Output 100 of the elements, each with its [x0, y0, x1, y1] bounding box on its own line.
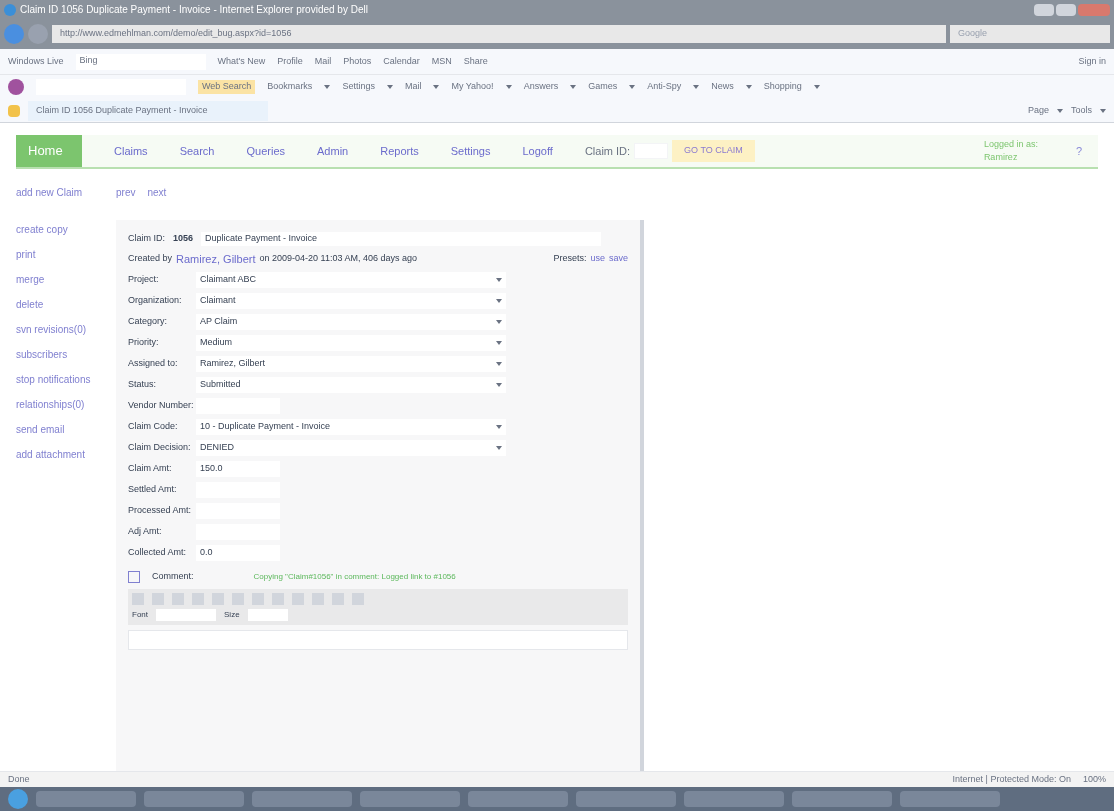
taskbar-button[interactable] [576, 791, 676, 807]
select-field[interactable]: 10 - Duplicate Payment - Invoice [196, 419, 506, 435]
editor-tool-icon[interactable] [152, 592, 164, 605]
address-field[interactable]: http://www.edmehlman.com/demo/edit_bug.aspx?id=1056 [52, 25, 946, 43]
sidebar-link[interactable]: print [16, 247, 116, 262]
editor-tool-icon[interactable] [232, 592, 244, 605]
sidebar-link[interactable]: merge [16, 272, 116, 287]
editor-tool-icon[interactable] [132, 592, 144, 605]
toolbar-link[interactable]: Calendar [383, 54, 420, 69]
select-field[interactable]: Ramirez, Gilbert [196, 356, 506, 372]
editor-tool-icon[interactable] [312, 592, 324, 605]
input-field[interactable]: 0.0 [196, 545, 280, 561]
web-search-button[interactable]: Web Search [198, 80, 256, 94]
nav-tab[interactable]: Queries [246, 142, 285, 160]
editor-tool-icon[interactable] [332, 592, 344, 605]
taskbar-button[interactable] [792, 791, 892, 807]
editor-tool-icon[interactable] [272, 592, 284, 605]
nav-tab[interactable]: Admin [317, 142, 349, 160]
nav-tab[interactable]: Settings [450, 142, 491, 160]
dropdown-arrow-icon [496, 362, 502, 366]
sidebar-link[interactable]: send email [16, 422, 116, 437]
input-field[interactable]: 150.0 [196, 461, 280, 477]
nav-tab[interactable]: Logoff [522, 142, 553, 160]
comment-field[interactable] [128, 629, 628, 650]
select-field[interactable]: Submitted [196, 377, 506, 393]
taskbar-button[interactable] [36, 791, 136, 807]
toolbar-link[interactable]: Profile [277, 54, 303, 69]
nav-tab[interactable]: Claims [114, 142, 148, 160]
caret-icon [1057, 108, 1063, 113]
preset-link[interactable]: save [609, 252, 628, 266]
go-to-claim-button[interactable]: GO TO CLAIM [672, 140, 755, 162]
select-field[interactable]: DENIED [196, 440, 506, 456]
toolbar-link[interactable]: Share [463, 54, 488, 69]
window-title: Claim ID 1056 Duplicate Payment - Invoice - Internet Explorer provided by Dell [20, 3, 368, 17]
maximize-button[interactable] [1056, 3, 1076, 16]
toolbar-search-field[interactable]: Bing [75, 53, 206, 70]
toolbar-link[interactable]: Mail [404, 80, 422, 94]
sidebar-link[interactable]: add new Claim [16, 185, 116, 200]
taskbar-button[interactable] [468, 791, 568, 807]
toolbar-link[interactable]: Mail [314, 54, 332, 69]
zoom-level[interactable]: 100% [1082, 772, 1106, 787]
nav-tab[interactable]: Search [179, 142, 215, 160]
caret-icon [386, 85, 393, 89]
sidebar-link[interactable]: add attachment [16, 447, 116, 462]
pager-link[interactable]: prev [116, 185, 136, 200]
field-label: Status: [128, 378, 157, 392]
help-link[interactable]: ? [1075, 142, 1082, 160]
select-field[interactable]: Claimant [196, 293, 506, 309]
select-field[interactable]: AP Claim [196, 314, 506, 330]
toolbar-link[interactable]: Photos [343, 54, 372, 69]
select-field[interactable]: Claimant ABC [196, 272, 506, 288]
toolbar-link[interactable]: What's New [217, 54, 266, 69]
command-button[interactable]: Tools [1071, 103, 1092, 118]
back-button[interactable] [4, 24, 24, 44]
dropdown-arrow-icon [496, 383, 502, 387]
editor-tool-icon[interactable] [352, 592, 364, 605]
field-label: Organization: [128, 294, 183, 308]
preset-link[interactable]: use [590, 252, 605, 266]
toolbar-link[interactable]: Settings [342, 80, 375, 94]
toolbar-link[interactable]: Bookmarks [267, 80, 313, 94]
editor-tool-icon[interactable] [292, 592, 304, 605]
toolbar-link[interactable]: Games [588, 80, 618, 94]
field-label: Settled Amt: [128, 483, 178, 497]
toolbar-link[interactable]: News [711, 80, 734, 94]
editor-tool-icon[interactable] [172, 592, 184, 605]
dropdown-arrow-icon [496, 278, 502, 282]
taskbar-button[interactable] [684, 791, 784, 807]
close-button[interactable] [1078, 3, 1110, 16]
taskbar-button[interactable] [900, 791, 1000, 807]
toolbar-link[interactable]: Anti-Spy [647, 80, 682, 94]
editor-tool-icon[interactable] [252, 592, 264, 605]
nav-tab[interactable]: Reports [380, 142, 419, 160]
editor-tool-icon[interactable] [192, 592, 204, 605]
start-button[interactable] [8, 789, 28, 809]
editor-tool-icon[interactable] [212, 592, 224, 605]
toolbar-link[interactable]: Shopping [763, 80, 802, 94]
summary-field[interactable]: Duplicate Payment - Invoice [201, 232, 602, 246]
sidebar-link[interactable]: stop notifications [16, 372, 116, 387]
sign-in-link[interactable]: Sign in [1078, 54, 1106, 69]
creator-link[interactable]: Ramirez, Gilbert [176, 250, 256, 267]
taskbar-button[interactable] [360, 791, 460, 807]
dropdown-arrow-icon [496, 299, 502, 303]
browser-tab[interactable]: Claim ID 1056 Duplicate Payment - Invoice [28, 100, 268, 121]
sidebar-link[interactable]: create copy [16, 222, 116, 237]
toolbar-link[interactable]: Answers [523, 80, 559, 94]
sidebar-link[interactable]: relationships(0) [16, 397, 116, 412]
minimize-button[interactable] [1034, 3, 1054, 16]
field-label: Vendor Number: [128, 399, 195, 413]
field-label: Priority: [128, 336, 160, 350]
sidebar-link[interactable]: svn revisions(0) [16, 322, 116, 337]
select-field[interactable]: Medium [196, 335, 506, 351]
sidebar-link[interactable]: subscribers [16, 347, 116, 362]
taskbar-button[interactable] [144, 791, 244, 807]
claim-id-label: Claim ID: [128, 232, 165, 245]
toolbar-link[interactable]: MSN [431, 54, 452, 69]
sidebar-link[interactable]: delete [16, 297, 116, 312]
toolbar-link[interactable]: My Yahoo! [451, 80, 494, 94]
command-button[interactable]: Page [1027, 103, 1049, 118]
taskbar-button[interactable] [252, 791, 352, 807]
pager-link[interactable]: next [147, 185, 167, 200]
